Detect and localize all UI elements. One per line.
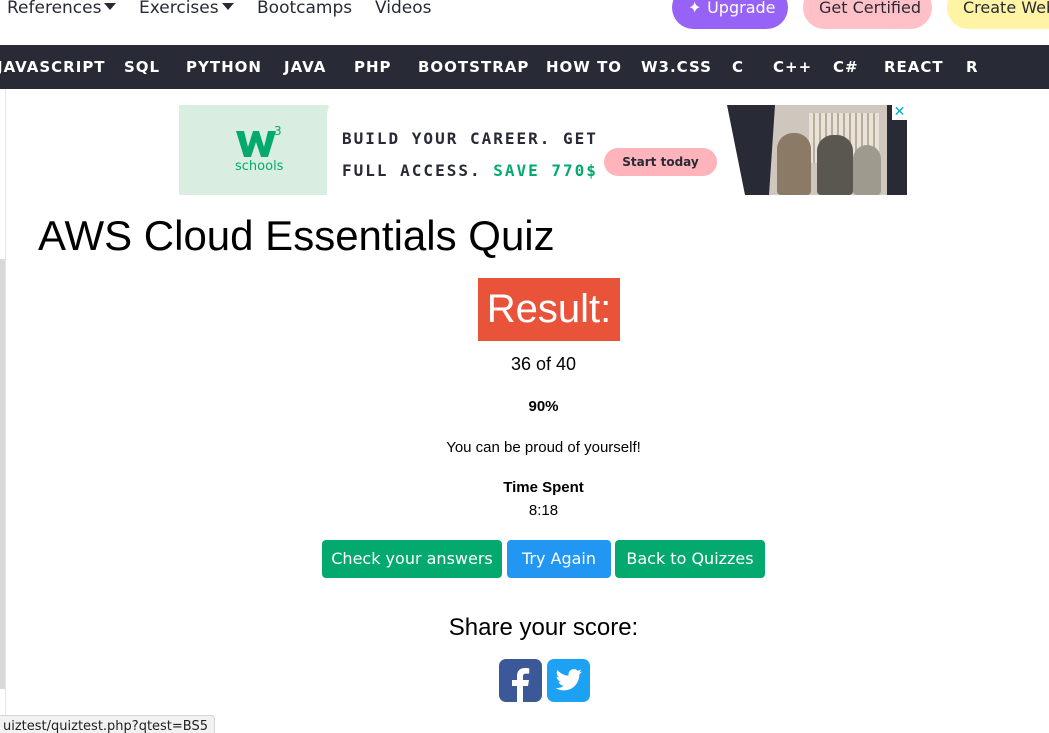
subnav-bootstrap[interactable]: BOOTSTRAP xyxy=(418,58,529,76)
nav-exercises-label: Exercises xyxy=(139,0,219,18)
back-to-quizzes-button[interactable]: Back to Quizzes xyxy=(615,540,765,578)
upgrade-label: Upgrade xyxy=(707,0,776,17)
page-title: AWS Cloud Essentials Quiz xyxy=(38,212,555,259)
facebook-icon xyxy=(512,668,530,702)
get-certified-button[interactable]: Get Certified xyxy=(803,0,932,29)
ad-headline-line1: BUILD YOUR CAREER. GET xyxy=(342,129,598,148)
subnav-php[interactable]: PHP xyxy=(354,58,392,76)
subnav-w3css[interactable]: W3.CSS xyxy=(641,58,712,76)
subnav-sql[interactable]: SQL xyxy=(124,58,160,76)
subnav-c[interactable]: C xyxy=(732,58,744,76)
caret-down-icon xyxy=(221,3,234,10)
check-answers-button[interactable]: Check your answers xyxy=(322,540,502,578)
nav-references-label: References xyxy=(7,0,102,18)
subnav-javascript[interactable]: JAVASCRIPT xyxy=(0,58,106,76)
result-message: You can be proud of yourself! xyxy=(446,439,641,456)
twitter-share-button[interactable] xyxy=(547,659,590,702)
ad-photo-person xyxy=(853,145,881,195)
facebook-share-button[interactable] xyxy=(499,659,542,702)
time-spent-value: 8:18 xyxy=(528,502,559,519)
subnav-r[interactable]: R xyxy=(966,58,979,76)
subnav-how-to[interactable]: HOW TO xyxy=(546,58,622,76)
score-percent: 90% xyxy=(528,398,559,415)
ad-photo xyxy=(769,105,887,195)
ad-photo-person xyxy=(817,135,853,195)
ad-headline-line2-prefix: FULL ACCESS. xyxy=(342,161,494,180)
time-spent-label: Time Spent xyxy=(503,479,584,496)
ad-close-icon[interactable]: ✕ xyxy=(892,105,907,120)
subnav-csharp[interactable]: C# xyxy=(833,58,859,76)
ad-start-today-button[interactable]: Start today xyxy=(604,148,717,176)
ad-photo-person xyxy=(777,133,811,195)
result-heading: Result: xyxy=(478,278,620,341)
upgrade-button[interactable]: ✦ Upgrade xyxy=(672,0,788,29)
page: References Exercises Bootcamps Videos ✦ … xyxy=(0,0,1049,733)
subnav-java[interactable]: JAVA xyxy=(284,58,326,76)
ad-headline: BUILD YOUR CAREER. GET FULL ACCESS. SAVE… xyxy=(342,123,598,187)
caret-down-icon xyxy=(104,3,117,10)
subject-nav: JAVASCRIPT SQL PYTHON JAVA PHP BOOTSTRAP… xyxy=(0,45,1049,89)
nav-references[interactable]: References xyxy=(7,0,117,19)
status-bar-url: uiztest/quiztest.php?qtest=BS5 xyxy=(0,715,216,733)
try-again-button[interactable]: Try Again xyxy=(507,540,611,578)
create-website-button[interactable]: Create Web xyxy=(947,0,1049,29)
score-text: 36 of 40 xyxy=(510,354,577,374)
top-nav: References Exercises Bootcamps Videos ✦ … xyxy=(0,0,1049,45)
ad-headline-accent: SAVE 770$ xyxy=(493,161,598,180)
svg-text:3: 3 xyxy=(274,125,282,138)
twitter-icon xyxy=(555,669,582,691)
subnav-react[interactable]: REACT xyxy=(884,58,944,76)
sparkle-icon: ✦ xyxy=(688,0,702,17)
ad-banner[interactable]: 3 schools BUILD YOUR CAREER. GET FULL AC… xyxy=(179,105,907,195)
nav-bootcamps[interactable]: Bootcamps xyxy=(257,0,352,19)
nav-videos[interactable]: Videos xyxy=(375,0,432,19)
ad-logo-panel-edge xyxy=(309,105,329,195)
share-score-label: Share your score: xyxy=(448,614,639,641)
subnav-cpp[interactable]: C++ xyxy=(773,58,812,76)
subnav-python[interactable]: PYTHON xyxy=(186,58,262,76)
ad-logo-text: schools xyxy=(235,159,284,174)
nav-exercises[interactable]: Exercises xyxy=(139,0,234,19)
ad-headline-line2: FULL ACCESS. SAVE 770$ xyxy=(342,155,598,187)
